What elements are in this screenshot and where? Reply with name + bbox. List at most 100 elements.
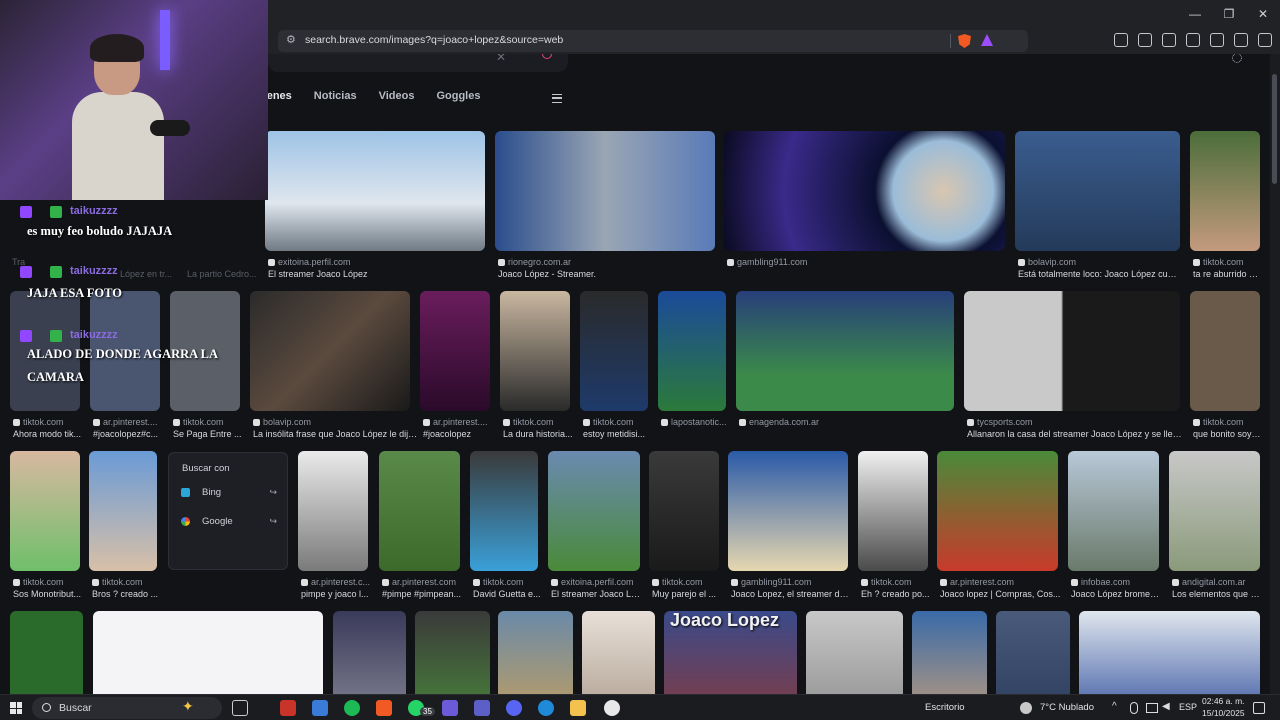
- media-icon[interactable]: [1138, 33, 1152, 47]
- tab-videos[interactable]: Videos: [379, 90, 415, 110]
- site-info-icon[interactable]: ⚙: [286, 34, 298, 46]
- vpn-icon[interactable]: [1234, 33, 1248, 47]
- url-text[interactable]: search.brave.com/images?q=joaco+lopez&so…: [305, 34, 563, 46]
- taskbar-app-icon[interactable]: [442, 700, 458, 716]
- settings-gear-icon[interactable]: [1232, 54, 1242, 63]
- image-result[interactable]: [420, 291, 490, 411]
- brave-rewards-icon[interactable]: [981, 34, 993, 46]
- restore-button[interactable]: ❐: [1212, 0, 1246, 28]
- result-source[interactable]: tiktok.com: [92, 577, 160, 587]
- image-result[interactable]: [548, 451, 640, 571]
- obs-icon[interactable]: [604, 700, 620, 716]
- result-source[interactable]: tiktok.com: [1193, 257, 1263, 267]
- result-title[interactable]: Ahora modo tik...: [13, 429, 85, 439]
- image-result[interactable]: [333, 611, 406, 694]
- search-box[interactable]: ✕: [268, 54, 568, 72]
- result-title[interactable]: #pimpe #pimpean...: [382, 589, 462, 599]
- result-source[interactable]: bolavip.com: [253, 417, 413, 427]
- result-title[interactable]: Muy parejo el ...: [652, 589, 724, 599]
- image-result[interactable]: [912, 611, 987, 694]
- windows-start-icon[interactable]: [10, 702, 22, 714]
- result-source[interactable]: andigital.com.ar: [1172, 577, 1262, 587]
- taskbar-app-icon[interactable]: [312, 700, 328, 716]
- result-title[interactable]: Joaco López - Streamer.: [498, 269, 708, 279]
- result-source[interactable]: ar.pinterest.com: [382, 577, 462, 587]
- menu-item-bing[interactable]: Bing ↪: [181, 487, 277, 498]
- result-title[interactable]: que bonito soy!...: [1193, 429, 1261, 439]
- weather-text[interactable]: 7°C Nublado: [1040, 702, 1094, 713]
- filter-icon[interactable]: [552, 94, 562, 103]
- result-title[interactable]: Joaco Lopez, el streamer del...: [731, 589, 851, 599]
- image-result[interactable]: [250, 291, 410, 411]
- result-source[interactable]: enagenda.com.ar: [739, 417, 949, 427]
- close-button[interactable]: ✕: [1246, 0, 1280, 28]
- result-title[interactable]: David Guetta e...: [473, 589, 541, 599]
- image-result[interactable]: [996, 611, 1070, 694]
- result-title[interactable]: pimpe y joaco l...: [301, 589, 373, 599]
- result-source[interactable]: rionegro.com.ar: [498, 257, 708, 267]
- image-result[interactable]: [649, 451, 719, 571]
- taskbar-app-icon[interactable]: [280, 700, 296, 716]
- task-view-icon[interactable]: [232, 700, 248, 716]
- menu-icon[interactable]: [1258, 33, 1272, 47]
- extensions-icon[interactable]: [1114, 33, 1128, 47]
- result-source[interactable]: tiktok.com: [1193, 417, 1263, 427]
- image-result[interactable]: [498, 611, 573, 694]
- result-source[interactable]: ar.pinterest....: [93, 417, 163, 427]
- image-result[interactable]: [89, 451, 157, 571]
- result-title[interactable]: La insólita frase que Joaco López le dij…: [253, 429, 418, 439]
- result-title[interactable]: estoy metidisi...: [583, 429, 651, 439]
- image-result[interactable]: [582, 611, 655, 694]
- result-title[interactable]: Está totalmente loco: Joaco López cump..…: [1018, 269, 1183, 279]
- image-result[interactable]: [379, 451, 460, 571]
- image-result[interactable]: [1190, 291, 1260, 411]
- result-title[interactable]: Se Paga Entre ...: [173, 429, 245, 439]
- image-result[interactable]: [580, 291, 648, 411]
- minimize-button[interactable]: —: [1178, 0, 1212, 28]
- image-result[interactable]: [724, 131, 1005, 251]
- image-result[interactable]: [495, 131, 715, 251]
- image-result[interactable]: [1169, 451, 1260, 571]
- image-result[interactable]: [298, 451, 368, 571]
- result-title[interactable]: #joacolopez#c...: [93, 429, 165, 439]
- image-result[interactable]: [500, 291, 570, 411]
- image-result[interactable]: [10, 611, 83, 694]
- desktop-label[interactable]: Escritorio: [925, 702, 965, 713]
- network-icon[interactable]: [1146, 703, 1158, 713]
- image-result[interactable]: [806, 611, 903, 694]
- result-title[interactable]: La dura historia...: [503, 429, 575, 439]
- language-indicator[interactable]: ESP: [1179, 702, 1197, 712]
- tab-goggles[interactable]: Goggles: [436, 90, 480, 110]
- result-source[interactable]: bolavip.com: [1018, 257, 1178, 267]
- result-source[interactable]: tiktok.com: [652, 577, 722, 587]
- result-source[interactable]: tiktok.com: [861, 577, 931, 587]
- image-result[interactable]: [1015, 131, 1180, 251]
- result-source[interactable]: infobae.com: [1071, 577, 1161, 587]
- result-title[interactable]: Bros ? creado ...: [92, 589, 160, 599]
- microphone-icon[interactable]: [1130, 702, 1138, 714]
- image-result[interactable]: [736, 291, 954, 411]
- brave-shield-icon[interactable]: [958, 34, 971, 48]
- result-source[interactable]: tiktok.com: [583, 417, 651, 427]
- volume-icon[interactable]: ◀: [1162, 701, 1170, 712]
- result-title[interactable]: Joaco López bromeó...: [1071, 589, 1161, 599]
- page-scrollbar[interactable]: [1270, 54, 1280, 694]
- notification-icon[interactable]: [1253, 702, 1265, 714]
- tab-news[interactable]: Noticias: [314, 90, 357, 110]
- result-source[interactable]: tiktok.com: [473, 577, 541, 587]
- result-source[interactable]: exitoina.perfil.com: [551, 577, 641, 587]
- scrollbar-thumb[interactable]: [1272, 74, 1277, 184]
- result-title[interactable]: Eh ? creado po...: [861, 589, 933, 599]
- result-title[interactable]: #joacolopez: [423, 429, 493, 439]
- file-explorer-icon[interactable]: [570, 700, 586, 716]
- result-title[interactable]: El streamer Joaco Ló...: [551, 589, 641, 599]
- clock-time[interactable]: 02:46 a. m.: [1202, 696, 1245, 706]
- image-result[interactable]: [1068, 451, 1159, 571]
- clear-icon[interactable]: ✕: [496, 54, 506, 64]
- image-result[interactable]: [93, 611, 323, 694]
- teams-icon[interactable]: [474, 700, 490, 716]
- chevron-up-icon[interactable]: ^: [1112, 701, 1117, 712]
- discord-icon[interactable]: [506, 700, 522, 716]
- image-result[interactable]: [728, 451, 848, 571]
- result-title[interactable]: Joaco lopez | Compras, Cos...: [940, 589, 1062, 599]
